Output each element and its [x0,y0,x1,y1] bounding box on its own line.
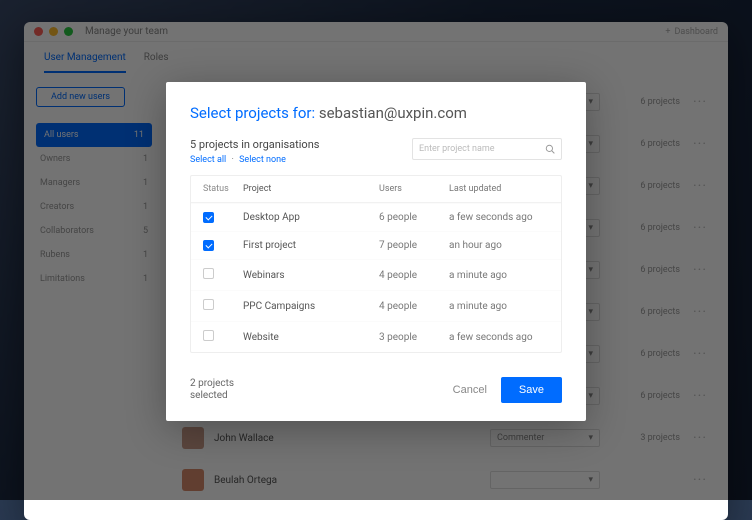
table-row[interactable]: Webinars4 peoplea minute ago [191,259,561,290]
project-name: First project [243,240,379,251]
project-updated: a few seconds ago [449,212,549,223]
select-all-link[interactable]: Select all [190,155,226,165]
modal-title: Select projects for: sebastian@uxpin.com [190,104,562,122]
project-name: Webinars [243,270,379,281]
search-icon [545,144,555,154]
project-checkbox[interactable] [203,240,214,251]
table-row[interactable]: Website3 peoplea few seconds ago [191,321,561,352]
project-checkbox[interactable] [203,330,214,341]
project-users: 6 people [379,212,449,223]
project-updated: an hour ago [449,240,549,251]
project-checkbox[interactable] [203,268,214,279]
select-none-link[interactable]: Select none [239,155,286,165]
search-placeholder: Enter project name [419,144,495,154]
project-users: 4 people [379,301,449,312]
project-users: 7 people [379,240,449,251]
col-project: Project [243,184,379,194]
col-updated: Last updated [449,184,549,194]
col-status: Status [203,184,243,194]
project-users: 4 people [379,270,449,281]
projects-table: Status Project Users Last updated Deskto… [190,175,562,353]
save-button[interactable]: Save [501,377,562,403]
table-row[interactable]: First project7 peoplean hour ago [191,231,561,259]
select-projects-modal: Select projects for: sebastian@uxpin.com… [166,82,586,421]
table-row[interactable]: Desktop App6 peoplea few seconds ago [191,203,561,231]
modal-project-count: 5 projects in organisations [190,138,319,151]
project-name: PPC Campaigns [243,301,379,312]
col-users: Users [379,184,449,194]
project-checkbox[interactable] [203,299,214,310]
project-checkbox[interactable] [203,212,214,223]
selection-count: 2 projects selected [190,378,250,402]
project-name: Desktop App [243,212,379,223]
project-updated: a few seconds ago [449,332,549,343]
project-search-input[interactable]: Enter project name [412,138,562,160]
project-name: Website [243,332,379,343]
project-users: 3 people [379,332,449,343]
table-header: Status Project Users Last updated [191,176,561,203]
table-row[interactable]: PPC Campaigns4 peoplea minute ago [191,290,561,321]
project-updated: a minute ago [449,301,549,312]
project-updated: a minute ago [449,270,549,281]
cancel-button[interactable]: Cancel [453,384,487,396]
